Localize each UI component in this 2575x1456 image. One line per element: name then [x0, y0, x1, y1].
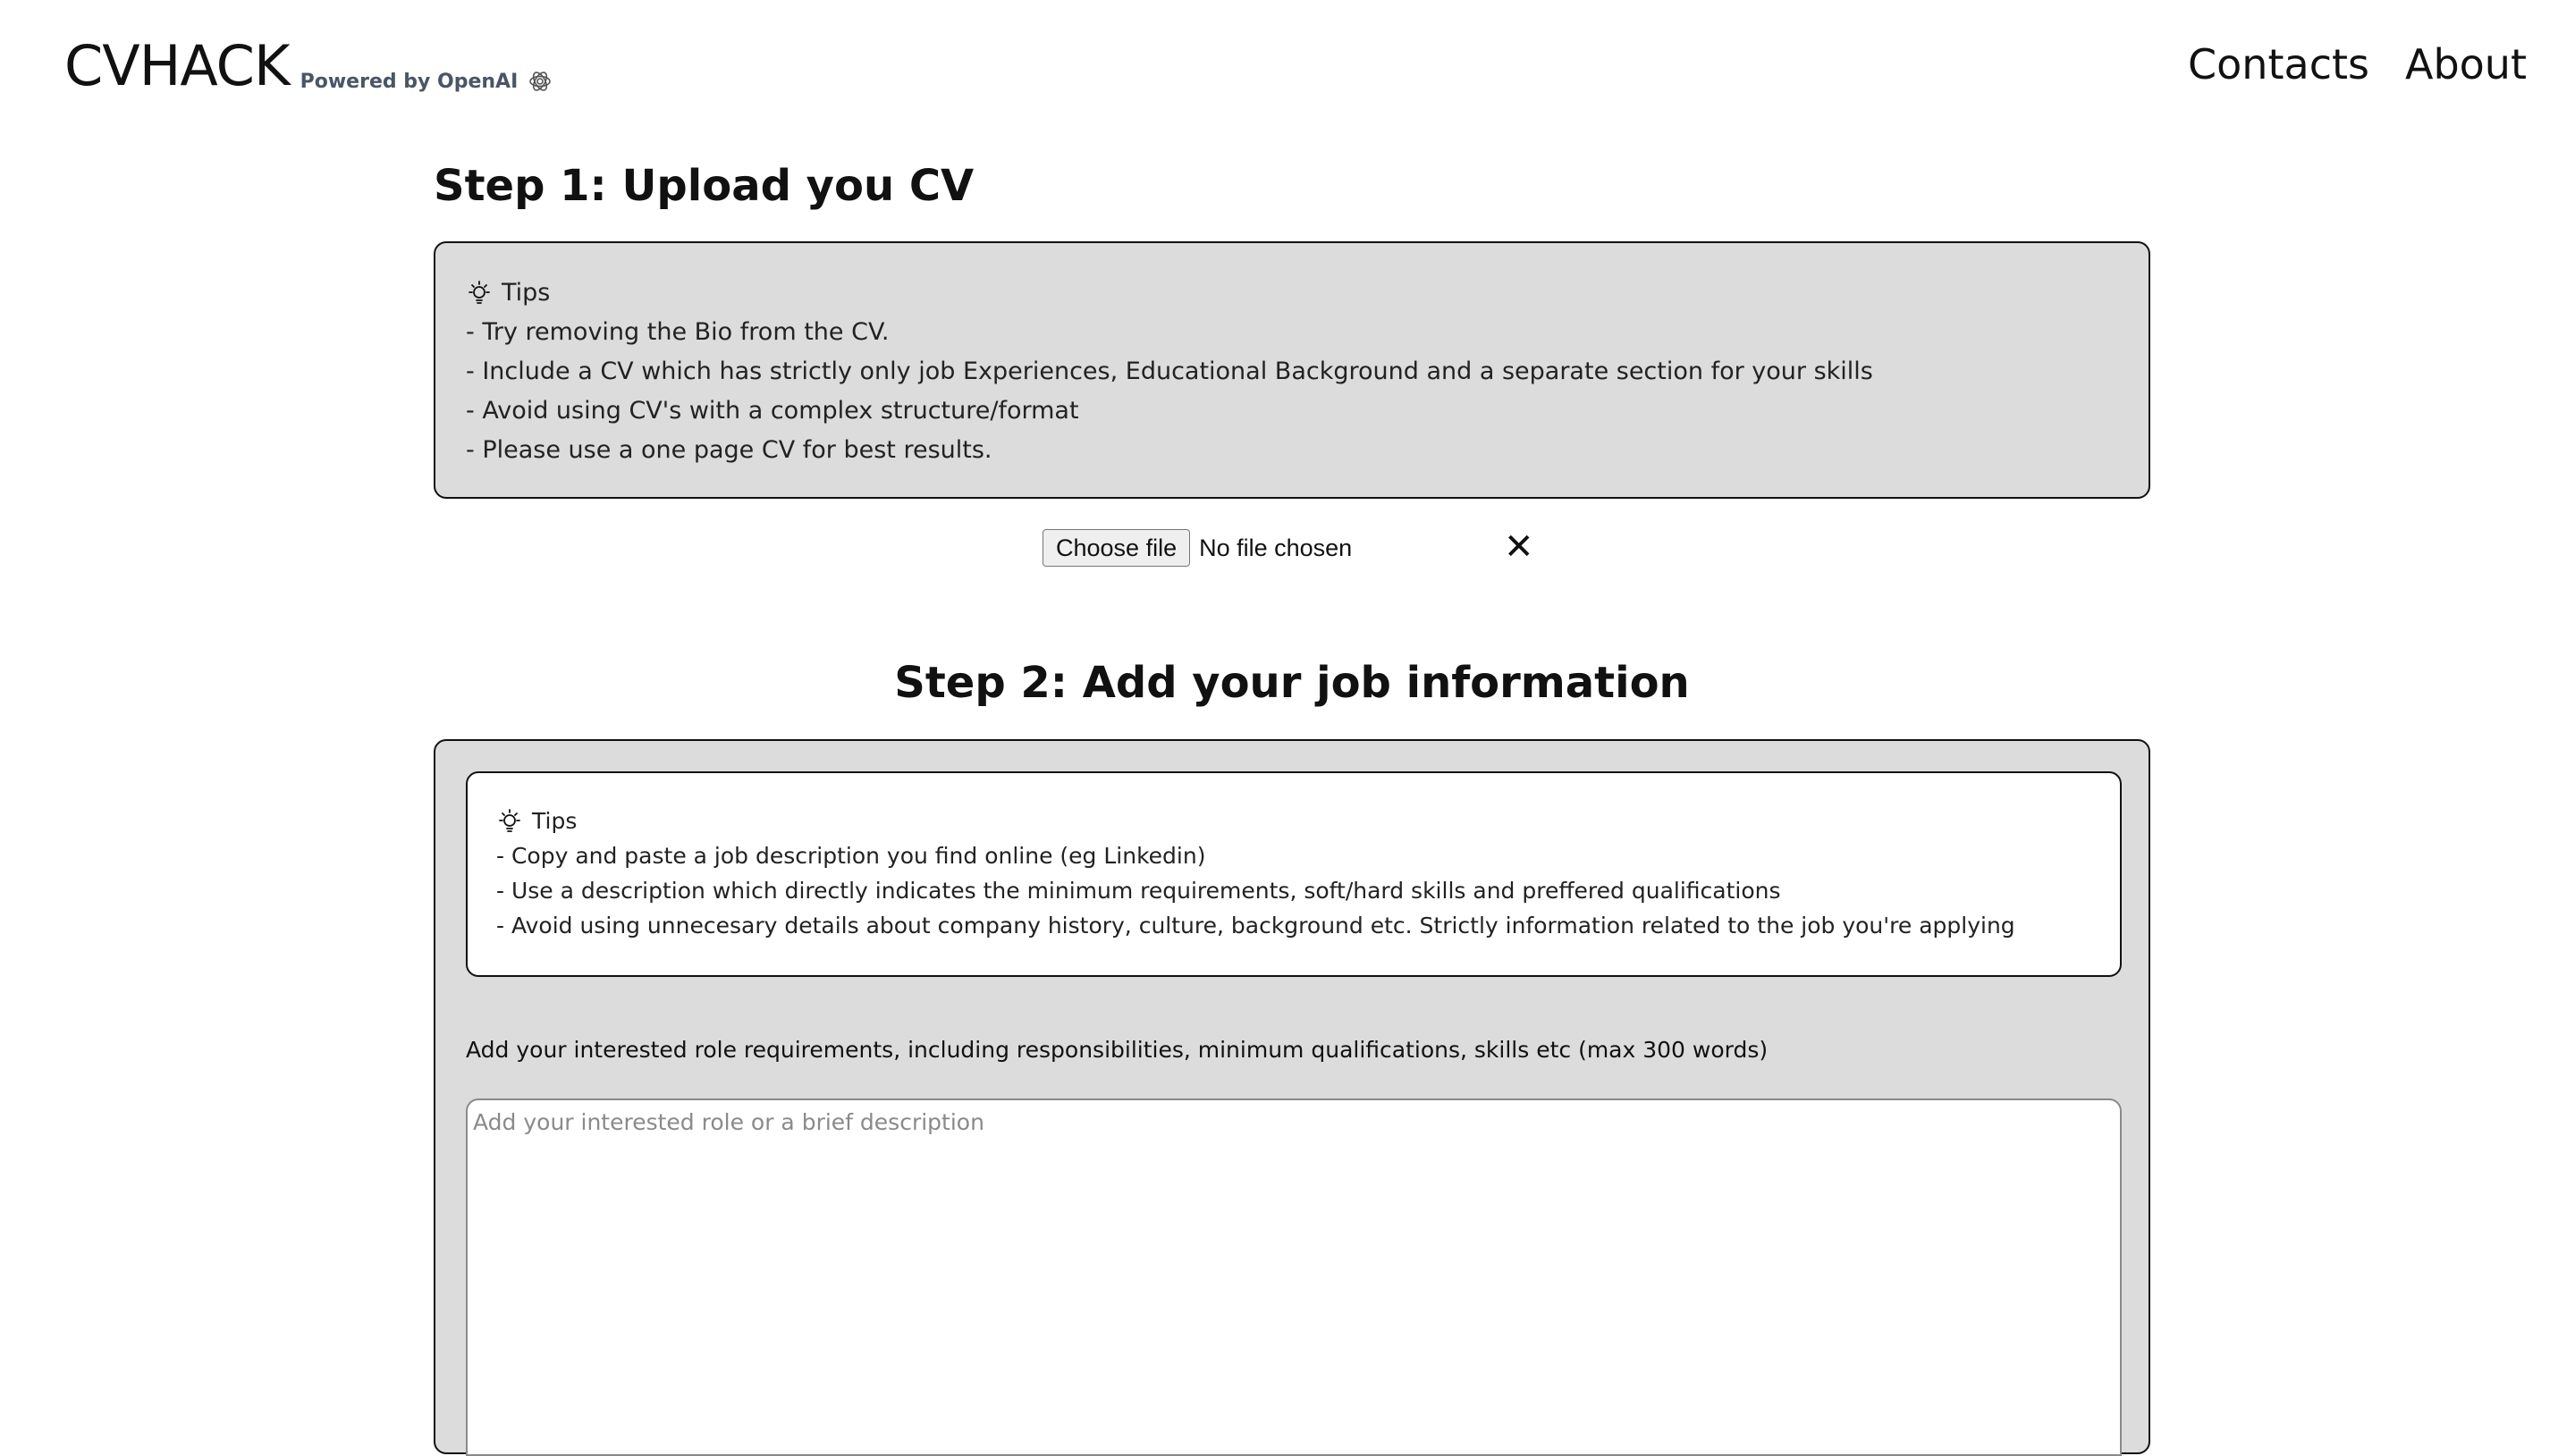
requirements-label: Add your interested role requirements, i…: [466, 1037, 1769, 1063]
cv-tip-item: - Please use a one page CV for best resu…: [466, 436, 992, 464]
nav-contacts-link[interactable]: Contacts: [2188, 36, 2369, 93]
cv-tip-item: - Try removing the Bio from the CV.: [466, 318, 890, 346]
brand: CVHACK Powered by OpenAI: [64, 32, 553, 100]
step1-title: Step 1: Upload you CV: [434, 161, 975, 211]
header: CVHACK Powered by OpenAI Contacts About: [0, 0, 2575, 125]
cv-file-input[interactable]: Choose file No file chosen: [1043, 529, 1352, 567]
top-nav: Contacts About: [2188, 36, 2527, 93]
nav-about-link[interactable]: About: [2405, 36, 2527, 93]
lightbulb-icon: [499, 808, 520, 832]
job-tip-item: - Copy and paste a job description you f…: [496, 843, 1206, 869]
logo[interactable]: CVHACK: [64, 32, 291, 100]
job-tips-label: Tips: [532, 808, 578, 834]
cv-tip-item: - Avoid using CV's with a complex struct…: [466, 397, 1079, 425]
job-tips-box: Tips - Copy and paste a job description …: [466, 771, 2122, 977]
powered-by-label: Powered by OpenAI: [300, 70, 519, 93]
lightbulb-icon: [469, 281, 490, 304]
cv-tips-heading: Tips: [466, 274, 2118, 313]
step2-title: Step 2: Add your job information: [894, 658, 1690, 708]
job-description-textarea[interactable]: [466, 1098, 2122, 1456]
cv-tip-item: - Include a CV which has strictly only j…: [466, 358, 1873, 385]
job-info-panel: Tips - Copy and paste a job description …: [434, 739, 2150, 1456]
cv-tips-box: Tips - Try removing the Bio from the CV.…: [434, 241, 2150, 499]
job-tip-item: - Avoid using unnecesary details about c…: [496, 913, 2015, 938]
powered-by: Powered by OpenAI: [300, 68, 554, 95]
job-tip-item: - Use a description which directly indic…: [496, 878, 1781, 904]
job-tips-heading: Tips: [496, 804, 2091, 838]
cv-tips-label: Tips: [502, 279, 551, 307]
openai-icon: [529, 72, 552, 91]
choose-file-button[interactable]: Choose file: [1043, 529, 1191, 567]
close-icon[interactable]: ✕: [1504, 526, 1534, 568]
file-status-text: No file chosen: [1199, 534, 1353, 561]
